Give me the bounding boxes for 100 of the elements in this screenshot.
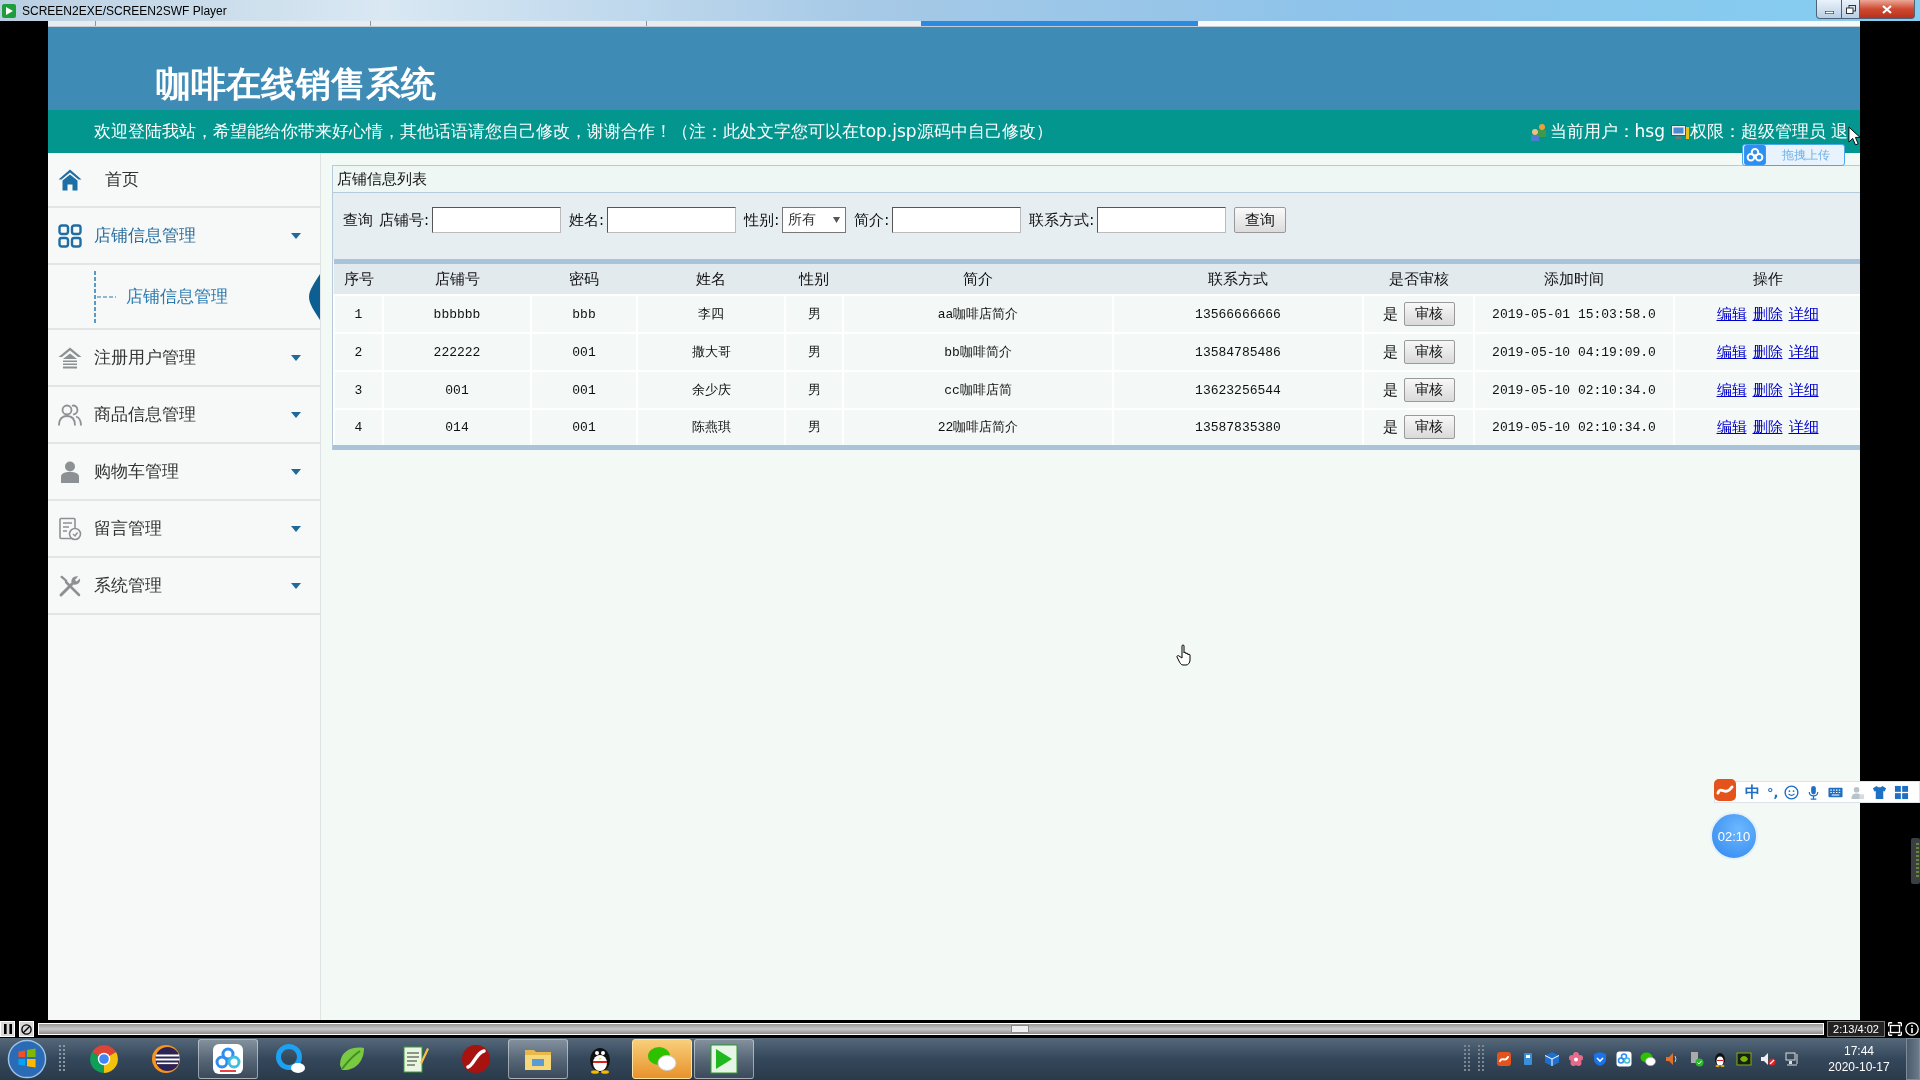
close-icon (1882, 4, 1892, 14)
edit-link[interactable]: 编辑 (1716, 417, 1747, 436)
caret-icon (291, 582, 301, 589)
search-field[interactable] (607, 207, 737, 233)
playback-time: 2:13/4:02 (1827, 1021, 1885, 1037)
delete-link[interactable]: 删除 (1752, 380, 1783, 399)
field-label: 联系方式: (1029, 210, 1095, 231)
caret-icon (291, 411, 301, 418)
info-button[interactable] (1904, 1021, 1919, 1037)
table-cell: 13587835380 (1113, 409, 1363, 447)
restore-button[interactable] (1842, 0, 1860, 19)
seek-thumb[interactable] (1011, 1025, 1030, 1033)
table-cell: 222222 (383, 333, 531, 371)
table-cell: 男 (785, 371, 843, 409)
column-header: 姓名 (637, 261, 785, 295)
search-label: 查询 (343, 210, 373, 231)
field-label: 简介: (854, 210, 890, 231)
hand-cursor-icon (1176, 644, 1191, 666)
wave-tile-icon[interactable] (1713, 778, 1737, 802)
table-cell: 男 (785, 295, 843, 333)
dropdown-field[interactable]: 所有 (782, 207, 847, 233)
grid-icon[interactable] (1894, 784, 1910, 800)
fullscreen-button[interactable] (1887, 1021, 1902, 1037)
sidebar-item[interactable]: 首页 (48, 153, 320, 208)
query-button[interactable]: 查询 (1234, 207, 1287, 233)
table-cell: bb咖啡简介 (843, 333, 1113, 371)
sidebar-item[interactable]: 购物车管理 (48, 444, 320, 501)
edit-link[interactable]: 编辑 (1716, 380, 1747, 399)
cloud-rings-icon[interactable] (1616, 1051, 1632, 1067)
note-icon (58, 516, 82, 541)
sidebar-item[interactable]: 店铺信息管理 (48, 208, 320, 265)
table-cell: 2019-05-01 15:03:58.0 (1474, 295, 1674, 333)
wave-tile-icon[interactable] (1496, 1051, 1512, 1067)
table-cell: 001 (383, 371, 531, 409)
table-cell: 001 (531, 333, 637, 371)
table-cell: 2019-05-10 02:10:34.0 (1474, 409, 1674, 447)
table-cell: 001 (531, 409, 637, 447)
sidebar-item[interactable]: 商品信息管理 (48, 387, 320, 444)
logout-link[interactable]: 退 (1831, 120, 1848, 143)
loop-button[interactable] (19, 1021, 34, 1037)
ring-cloud-icon (274, 1043, 306, 1075)
grid-icon (58, 223, 82, 248)
detail-link[interactable]: 详细 (1788, 304, 1819, 323)
search-field[interactable] (1097, 207, 1227, 233)
site-title: 咖啡在线销售系统 (156, 63, 436, 106)
edit-link[interactable]: 编辑 (1716, 304, 1747, 323)
table-cell: bbbbbb (383, 295, 531, 333)
current-user-text: 当前用户：hsg (1549, 120, 1665, 143)
smiley-icon[interactable] (1784, 784, 1800, 800)
seek-track[interactable] (38, 1023, 1824, 1035)
close-button[interactable] (1860, 0, 1915, 19)
chat-bubbles-icon[interactable] (1640, 1051, 1656, 1067)
table-cell: 撒大哥 (637, 333, 785, 371)
ime-punctuation-text[interactable]: °, (1767, 784, 1779, 800)
detail-link[interactable]: 详细 (1788, 380, 1819, 399)
detail-link[interactable]: 详细 (1788, 342, 1819, 361)
column-header: 密码 (531, 261, 637, 295)
clock-date[interactable]: 2020-10-17 (1828, 1059, 1890, 1075)
home-icon (58, 167, 82, 192)
sidebar-item[interactable]: 注册用户管理 (48, 330, 320, 387)
search-field[interactable] (432, 207, 562, 233)
audit-button[interactable]: 审核 (1403, 340, 1455, 364)
color-wheel-icon (88, 1043, 120, 1075)
cloud-rings-icon (212, 1043, 244, 1075)
edit-link[interactable]: 编辑 (1716, 342, 1747, 361)
submenu-item[interactable]: 店铺信息管理 (120, 273, 320, 320)
delete-link[interactable]: 删除 (1752, 417, 1783, 436)
clock-time[interactable]: 17:44 (1844, 1043, 1874, 1059)
minimize-button[interactable] (1816, 0, 1842, 19)
sidebar-item[interactable]: 留言管理 (48, 501, 320, 558)
ime-mode-text[interactable]: 中 (1745, 782, 1760, 802)
eye-chip-icon[interactable] (1736, 1051, 1752, 1067)
field-label: 姓名: (569, 210, 605, 231)
detail-link[interactable]: 详细 (1788, 417, 1819, 436)
audit-button[interactable]: 审核 (1403, 378, 1455, 402)
shirt-icon[interactable] (1872, 784, 1888, 800)
table-cell: 13584785486 (1113, 333, 1363, 371)
table-cell: 陈燕琪 (637, 409, 785, 447)
search-field[interactable] (892, 207, 1022, 233)
start-button[interactable] (6, 1038, 48, 1080)
tools-icon (58, 573, 82, 598)
network-icon[interactable] (1784, 1051, 1800, 1067)
penguin-icon[interactable] (1712, 1051, 1728, 1067)
delete-link[interactable]: 删除 (1752, 304, 1783, 323)
audit-button[interactable]: 审核 (1403, 302, 1455, 326)
sidebar-item[interactable]: 系统管理 (48, 558, 320, 615)
mute-icon[interactable] (1760, 1051, 1776, 1067)
delete-link[interactable]: 删除 (1752, 342, 1783, 361)
striped-ball-icon (150, 1043, 182, 1075)
speaker-icon[interactable] (1664, 1051, 1680, 1067)
cube-icon[interactable] (1544, 1051, 1560, 1067)
table-cell: 1 (334, 295, 383, 333)
flower-icon[interactable] (1568, 1051, 1584, 1067)
slashed-circle-icon (21, 1023, 32, 1035)
drive-check-icon[interactable] (1688, 1051, 1704, 1067)
shield-icon[interactable] (1592, 1051, 1608, 1067)
audit-button[interactable]: 审核 (1403, 415, 1455, 440)
column-header: 店铺号 (383, 261, 531, 295)
pause-button[interactable] (0, 1021, 15, 1037)
column-header: 添加时间 (1474, 261, 1674, 295)
